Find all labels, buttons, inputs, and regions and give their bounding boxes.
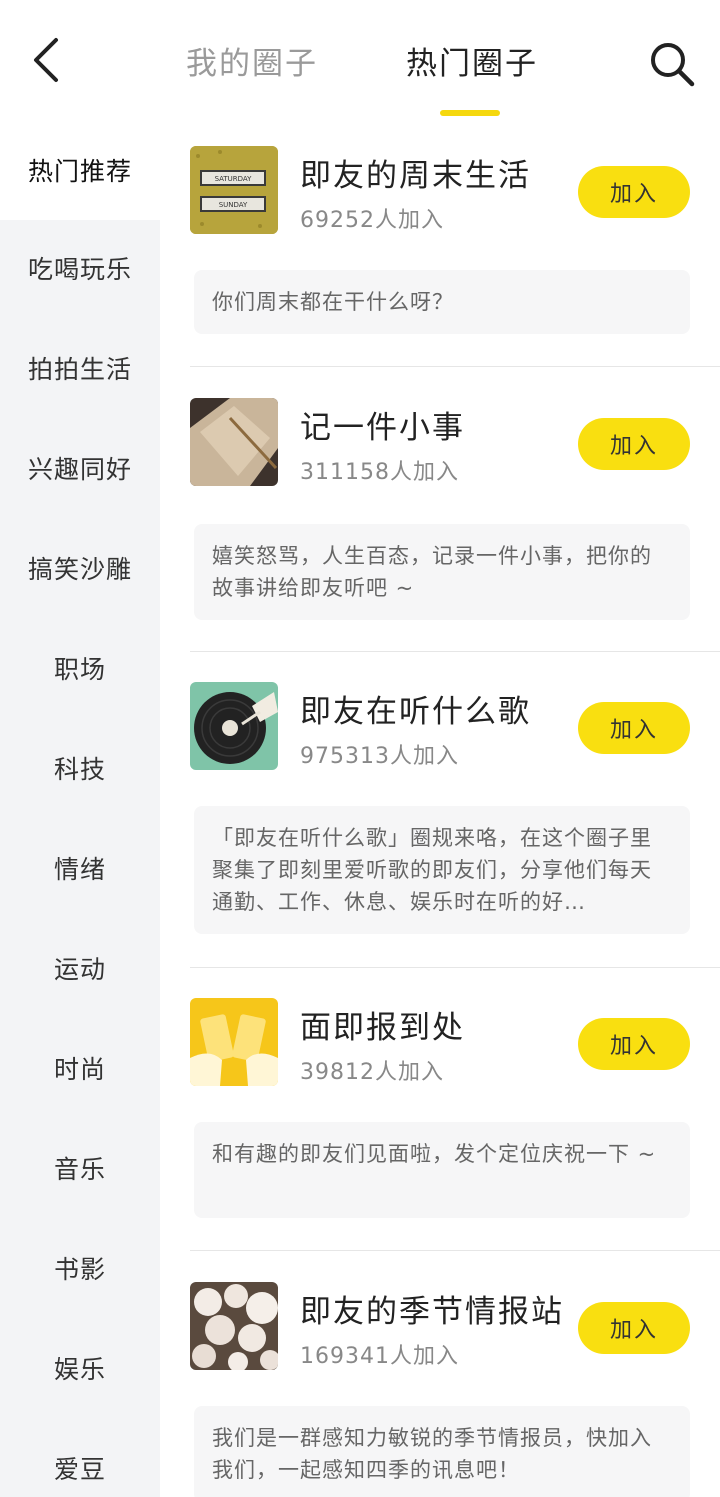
join-button[interactable]: 加入 bbox=[578, 166, 690, 218]
circle-thumbnail bbox=[190, 998, 278, 1086]
sidebar-item-sports[interactable]: 运动 bbox=[0, 918, 160, 1018]
join-button[interactable]: 加入 bbox=[578, 1018, 690, 1070]
sidebar-item-workplace[interactable]: 职场 bbox=[0, 618, 160, 718]
join-button[interactable]: 加入 bbox=[578, 702, 690, 754]
circle-description: 「即友在听什么歌」圈规来咯，在这个圈子里聚集了即刻里爱听歌的即友们，分享他们每天… bbox=[194, 806, 690, 934]
circle-thumbnail bbox=[190, 1282, 278, 1370]
sidebar-item-hot-recommend[interactable]: 热门推荐 bbox=[0, 120, 160, 220]
circle-thumbnail: SATURDAY SUNDAY bbox=[190, 146, 278, 234]
sidebar-item-photo-life[interactable]: 拍拍生活 bbox=[0, 318, 160, 418]
sidebar-item-entertainment[interactable]: 娱乐 bbox=[0, 1318, 160, 1418]
category-sidebar: 热门推荐 吃喝玩乐 拍拍生活 兴趣同好 搞笑沙雕 职场 科技 情绪 运动 时尚 … bbox=[0, 120, 160, 1497]
sidebar-item-fashion[interactable]: 时尚 bbox=[0, 1018, 160, 1118]
sidebar-item-tech[interactable]: 科技 bbox=[0, 718, 160, 818]
sidebar-item-emotion[interactable]: 情绪 bbox=[0, 818, 160, 918]
divider bbox=[190, 967, 720, 968]
active-tab-indicator bbox=[440, 110, 500, 116]
circle-title: 面即报到处 bbox=[300, 1010, 465, 1046]
search-icon[interactable] bbox=[644, 36, 700, 92]
sidebar-item-food-fun[interactable]: 吃喝玩乐 bbox=[0, 218, 160, 318]
sidebar-item-hobbies[interactable]: 兴趣同好 bbox=[0, 418, 160, 518]
divider bbox=[190, 651, 720, 652]
circle-thumbnail bbox=[190, 682, 278, 770]
divider bbox=[190, 366, 720, 367]
svg-text:SUNDAY: SUNDAY bbox=[219, 201, 248, 209]
sidebar-item-funny[interactable]: 搞笑沙雕 bbox=[0, 518, 160, 618]
circle-member-count: 169341人加入 bbox=[300, 1344, 459, 1369]
sidebar-item-music[interactable]: 音乐 bbox=[0, 1118, 160, 1218]
join-button[interactable]: 加入 bbox=[578, 418, 690, 470]
circle-title: 即友的周末生活 bbox=[300, 158, 531, 194]
circle-title: 即友在听什么歌 bbox=[300, 694, 531, 730]
circle-title: 即友的季节情报站 bbox=[300, 1294, 564, 1330]
circle-description: 和有趣的即友们见面啦，发个定位庆祝一下 ~ bbox=[194, 1122, 690, 1218]
join-button[interactable]: 加入 bbox=[578, 1302, 690, 1354]
circle-member-count: 975313人加入 bbox=[300, 744, 459, 769]
circle-title: 记一件小事 bbox=[300, 410, 465, 446]
circle-member-count: 311158人加入 bbox=[300, 460, 459, 485]
circle-description: 我们是一群感知力敏锐的季节情报员，快加入我们，一起感知四季的讯息吧！ bbox=[194, 1406, 690, 1497]
circle-description: 嬉笑怒骂，人生百态，记录一件小事，把你的故事讲给即友听吧 ~ bbox=[194, 524, 690, 620]
circle-description: 你们周末都在干什么呀？ bbox=[194, 270, 690, 334]
tab-hot-circles[interactable]: 热门圈子 bbox=[406, 38, 538, 83]
back-icon[interactable] bbox=[22, 32, 72, 88]
sidebar-item-idols[interactable]: 爱豆 bbox=[0, 1418, 160, 1497]
circle-member-count: 39812人加入 bbox=[300, 1060, 444, 1085]
sidebar-item-books-films[interactable]: 书影 bbox=[0, 1218, 160, 1318]
circle-member-count: 69252人加入 bbox=[300, 208, 444, 233]
top-bar: 我的圈子 热门圈子 bbox=[0, 0, 720, 120]
circle-thumbnail bbox=[190, 398, 278, 486]
divider bbox=[190, 1250, 720, 1251]
tab-my-circles[interactable]: 我的圈子 bbox=[186, 38, 318, 83]
svg-text:SATURDAY: SATURDAY bbox=[215, 175, 253, 183]
